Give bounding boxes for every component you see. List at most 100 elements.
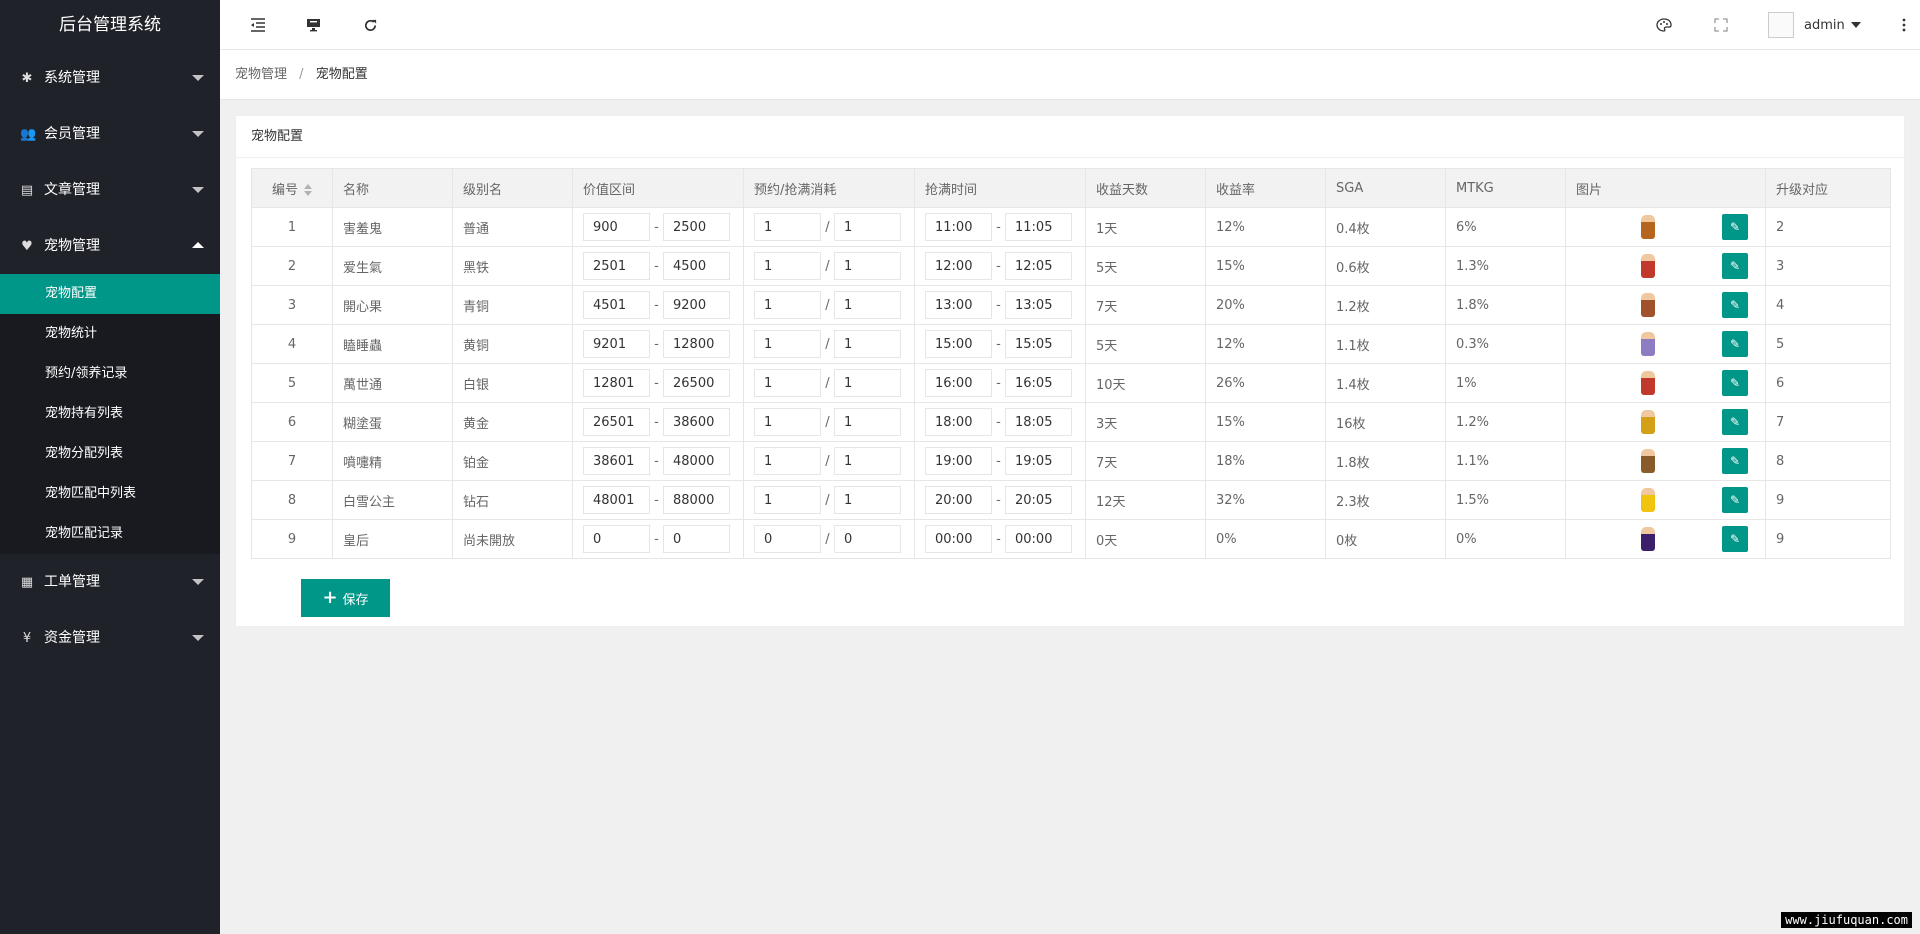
reserve-cost-input[interactable] xyxy=(754,330,821,358)
value-max-input[interactable] xyxy=(663,213,730,241)
grab-end-input[interactable] xyxy=(1005,486,1072,514)
value-max-input[interactable] xyxy=(663,291,730,319)
sidebar-subitem[interactable]: 宠物持有列表 xyxy=(0,394,220,434)
grab-end-input[interactable] xyxy=(1005,525,1072,553)
grab-cost-input[interactable] xyxy=(834,291,901,319)
value-max-input[interactable] xyxy=(663,369,730,397)
grab-start-input[interactable] xyxy=(925,369,992,397)
menu-shrink-icon[interactable] xyxy=(238,0,278,50)
reserve-cost-input[interactable] xyxy=(754,408,821,436)
edit-icon[interactable]: ✎ xyxy=(1722,370,1748,396)
pet-image xyxy=(1641,527,1655,551)
value-max-input[interactable] xyxy=(663,408,730,436)
value-min-input[interactable] xyxy=(583,291,650,319)
sidebar-item[interactable]: 👥 会员管理 xyxy=(0,106,220,162)
grab-start-input[interactable] xyxy=(925,291,992,319)
more-icon[interactable] xyxy=(1892,0,1916,50)
grab-start-input[interactable] xyxy=(925,213,992,241)
edit-icon[interactable]: ✎ xyxy=(1722,487,1748,513)
edit-icon[interactable]: ✎ xyxy=(1722,331,1748,357)
edit-icon[interactable]: ✎ xyxy=(1722,409,1748,435)
table-cell: - xyxy=(572,324,744,364)
fullscreen-icon[interactable] xyxy=(1701,0,1741,50)
value-min-input[interactable] xyxy=(583,369,650,397)
grab-start-input[interactable] xyxy=(925,252,992,280)
table-cell: 2 xyxy=(251,246,333,286)
grab-end-input[interactable] xyxy=(1005,369,1072,397)
table-cell: - xyxy=(914,519,1086,559)
value-min-input[interactable] xyxy=(583,330,650,358)
edit-icon[interactable]: ✎ xyxy=(1722,292,1748,318)
value-min-input[interactable] xyxy=(583,447,650,475)
mtkg-value: 1.8% xyxy=(1456,297,1490,313)
edit-icon[interactable]: ✎ xyxy=(1722,448,1748,474)
value-min-input[interactable] xyxy=(583,213,650,241)
sidebar-subitem[interactable]: 宠物分配列表 xyxy=(0,434,220,474)
value-min-input[interactable] xyxy=(583,408,650,436)
reserve-cost-input[interactable] xyxy=(754,525,821,553)
value-max-input[interactable] xyxy=(663,525,730,553)
grab-cost-input[interactable] xyxy=(834,252,901,280)
sidebar-item[interactable]: ▦ 工单管理 xyxy=(0,554,220,610)
reserve-cost-input[interactable] xyxy=(754,213,821,241)
sga-value: 0枚 xyxy=(1336,533,1358,549)
monitor-icon[interactable] xyxy=(293,0,333,50)
grab-end-input[interactable] xyxy=(1005,330,1072,358)
sidebar-subitem[interactable]: 宠物配置 xyxy=(0,274,220,314)
sort-icon[interactable] xyxy=(304,184,312,196)
grab-cost-input[interactable] xyxy=(834,408,901,436)
edit-icon[interactable]: ✎ xyxy=(1722,526,1748,552)
sidebar-item[interactable]: ¥ 资金管理 xyxy=(0,610,220,666)
reserve-cost-input[interactable] xyxy=(754,252,821,280)
column-header[interactable]: 编号 xyxy=(251,168,333,208)
reserve-cost-input[interactable] xyxy=(754,486,821,514)
grab-end-input[interactable] xyxy=(1005,408,1072,436)
value-min-input[interactable] xyxy=(583,486,650,514)
table-cell: 12% xyxy=(1205,207,1326,247)
grab-start-input[interactable] xyxy=(925,330,992,358)
grab-end-input[interactable] xyxy=(1005,447,1072,475)
sidebar-subitem[interactable]: 宠物匹配记录 xyxy=(0,514,220,554)
edit-icon[interactable]: ✎ xyxy=(1722,253,1748,279)
grab-cost-input[interactable] xyxy=(834,330,901,358)
value-min-input[interactable] xyxy=(583,252,650,280)
range-separator: - xyxy=(996,414,1001,430)
value-min-input[interactable] xyxy=(583,525,650,553)
edit-icon[interactable]: ✎ xyxy=(1722,214,1748,240)
grab-start-input[interactable] xyxy=(925,447,992,475)
reserve-cost-input[interactable] xyxy=(754,369,821,397)
grab-end-input[interactable] xyxy=(1005,291,1072,319)
value-max-input[interactable] xyxy=(663,252,730,280)
theme-icon[interactable] xyxy=(1644,0,1684,50)
breadcrumb-parent[interactable]: 宠物管理 xyxy=(235,67,287,82)
value-max-input[interactable] xyxy=(663,486,730,514)
sidebar-subitem[interactable]: 预约/领养记录 xyxy=(0,354,220,394)
grab-cost-input[interactable] xyxy=(834,369,901,397)
table-cell: 黑铁 xyxy=(452,246,573,286)
table-cell: ✎ xyxy=(1565,441,1766,481)
profit-days: 12天 xyxy=(1096,494,1126,510)
refresh-icon[interactable] xyxy=(350,0,390,50)
column-header-label: 编号 xyxy=(271,182,298,198)
reserve-cost-input[interactable] xyxy=(754,291,821,319)
grab-end-input[interactable] xyxy=(1005,213,1072,241)
grab-cost-input[interactable] xyxy=(834,213,901,241)
grab-start-input[interactable] xyxy=(925,408,992,436)
value-max-input[interactable] xyxy=(663,330,730,358)
grab-cost-input[interactable] xyxy=(834,447,901,475)
reserve-cost-input[interactable] xyxy=(754,447,821,475)
user-menu[interactable]: admin xyxy=(1768,0,1861,50)
profit-days: 7天 xyxy=(1096,299,1118,315)
grab-start-input[interactable] xyxy=(925,525,992,553)
save-button[interactable]: + 保存 xyxy=(301,579,390,617)
grab-start-input[interactable] xyxy=(925,486,992,514)
value-max-input[interactable] xyxy=(663,447,730,475)
sidebar-item[interactable]: ✱ 系统管理 xyxy=(0,50,220,106)
sidebar-item[interactable]: ♥ 宠物管理 xyxy=(0,218,220,274)
grab-cost-input[interactable] xyxy=(834,525,901,553)
sidebar-item[interactable]: ▤ 文章管理 xyxy=(0,162,220,218)
grab-end-input[interactable] xyxy=(1005,252,1072,280)
grab-cost-input[interactable] xyxy=(834,486,901,514)
sidebar-subitem[interactable]: 宠物统计 xyxy=(0,314,220,354)
sidebar-subitem[interactable]: 宠物匹配中列表 xyxy=(0,474,220,514)
